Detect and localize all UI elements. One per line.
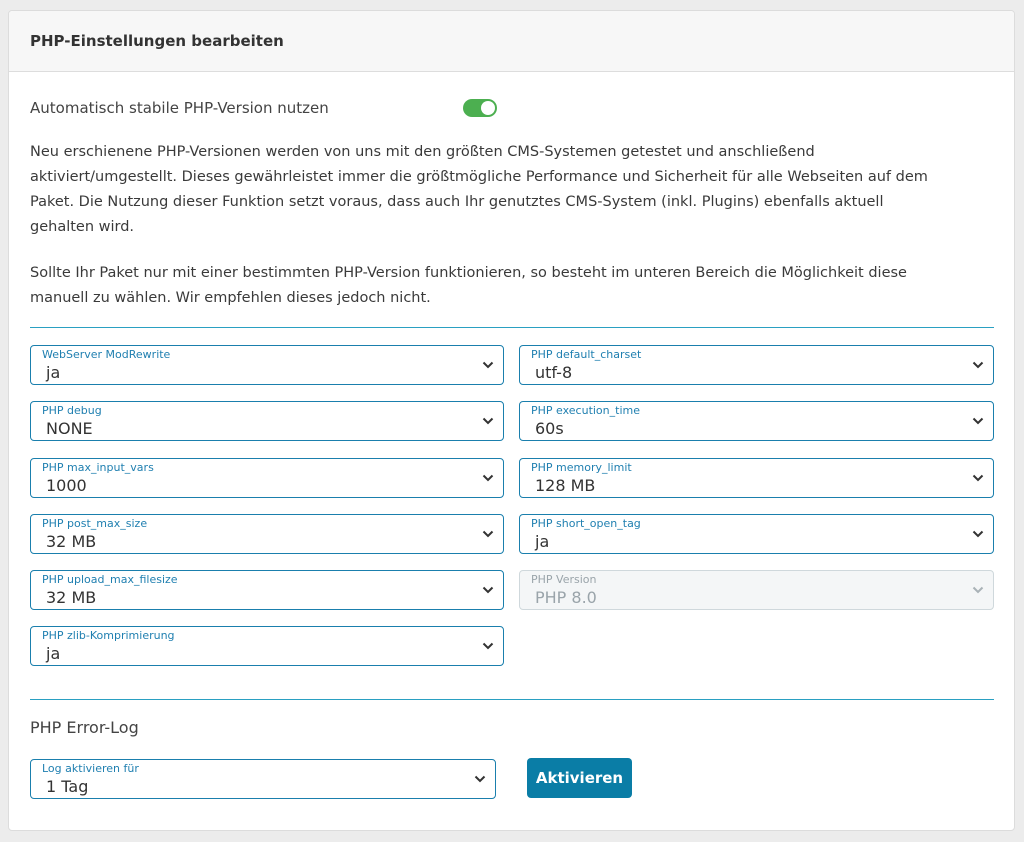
debug-select[interactable]: PHP debug NONE	[30, 401, 504, 441]
auto-stable-row: Automatisch stabile PHP-Version nutzen	[30, 97, 510, 121]
modrewrite-select[interactable]: WebServer ModRewrite ja	[30, 345, 504, 385]
zlib-select[interactable]: PHP zlib-Komprimierung ja	[30, 626, 504, 666]
info-line: aktiviert/umgestellt. Dieses gewährleist…	[30, 169, 928, 185]
field-label: WebServer ModRewrite	[42, 348, 171, 361]
field-value: 1000	[46, 476, 87, 495]
field-value: 60s	[535, 419, 564, 438]
log-duration-select[interactable]: Log aktivieren für 1 Tag	[30, 759, 496, 799]
field-value: 32 MB	[46, 588, 97, 607]
field-label: PHP debug	[42, 404, 102, 417]
page-title: PHP-Einstellungen bearbeiten	[30, 32, 284, 50]
field-value: ja	[46, 644, 61, 663]
max-input-vars-select[interactable]: PHP max_input_vars 1000	[30, 458, 504, 498]
info-line: gehalten wird.	[30, 219, 135, 235]
field-label: PHP execution_time	[531, 404, 640, 417]
field-label: Log aktivieren für	[42, 762, 139, 775]
field-label: PHP default_charset	[531, 348, 642, 361]
field-label: PHP Version	[531, 573, 597, 586]
info-line: Sollte Ihr Paket nur mit einer bestimmte…	[30, 265, 907, 281]
field-label: PHP short_open_tag	[531, 517, 641, 530]
field-label: PHP memory_limit	[531, 461, 632, 474]
field-value: 128 MB	[535, 476, 596, 495]
section-divider	[30, 699, 994, 700]
field-value: ja	[535, 532, 550, 551]
execution-time-select[interactable]: PHP execution_time 60s	[519, 401, 994, 441]
toggle-knob	[481, 101, 495, 115]
activate-button[interactable]: Aktivieren	[527, 758, 632, 798]
auto-stable-label: Automatisch stabile PHP-Version nutzen	[30, 99, 329, 117]
info-line: Paket. Die Nutzung dieser Funktion setzt…	[30, 194, 884, 210]
chevron-down-icon	[972, 584, 984, 596]
short-open-tag-select[interactable]: PHP short_open_tag ja	[519, 514, 994, 554]
field-value: ja	[46, 363, 61, 382]
php-version-select: PHP Version PHP 8.0	[519, 570, 994, 610]
field-value: PHP 8.0	[535, 588, 597, 607]
field-value: NONE	[46, 419, 93, 438]
memory-limit-select[interactable]: PHP memory_limit 128 MB	[519, 458, 994, 498]
info-line: manuell zu wählen. Wir empfehlen dieses …	[30, 290, 431, 306]
auto-stable-toggle[interactable]	[463, 99, 497, 117]
upload-max-filesize-select[interactable]: PHP upload_max_filesize 32 MB	[30, 570, 504, 610]
field-label: PHP upload_max_filesize	[42, 573, 178, 586]
error-log-title: PHP Error-Log	[30, 718, 139, 737]
chevron-down-icon	[972, 359, 984, 371]
chevron-down-icon	[482, 640, 494, 652]
chevron-down-icon	[972, 472, 984, 484]
field-value: utf-8	[535, 363, 573, 382]
field-label: PHP zlib-Komprimierung	[42, 629, 175, 642]
chevron-down-icon	[482, 528, 494, 540]
chevron-down-icon	[972, 528, 984, 540]
card-header: PHP-Einstellungen bearbeiten	[9, 11, 1014, 72]
field-label: PHP max_input_vars	[42, 461, 154, 474]
chevron-down-icon	[972, 415, 984, 427]
chevron-down-icon	[482, 359, 494, 371]
chevron-down-icon	[482, 472, 494, 484]
php-settings-card: PHP-Einstellungen bearbeiten Automatisch…	[8, 10, 1015, 831]
post-max-size-select[interactable]: PHP post_max_size 32 MB	[30, 514, 504, 554]
info-line: Neu erschienene PHP-Versionen werden von…	[30, 144, 815, 160]
info-paragraph-2: Sollte Ihr Paket nur mit einer bestimmte…	[30, 261, 990, 311]
section-divider	[30, 327, 994, 328]
chevron-down-icon	[482, 584, 494, 596]
field-label: PHP post_max_size	[42, 517, 148, 530]
info-paragraph-1: Neu erschienene PHP-Versionen werden von…	[30, 140, 990, 240]
charset-select[interactable]: PHP default_charset utf-8	[519, 345, 994, 385]
field-value: 1 Tag	[46, 777, 89, 796]
chevron-down-icon	[482, 415, 494, 427]
chevron-down-icon	[474, 773, 486, 785]
field-value: 32 MB	[46, 532, 97, 551]
